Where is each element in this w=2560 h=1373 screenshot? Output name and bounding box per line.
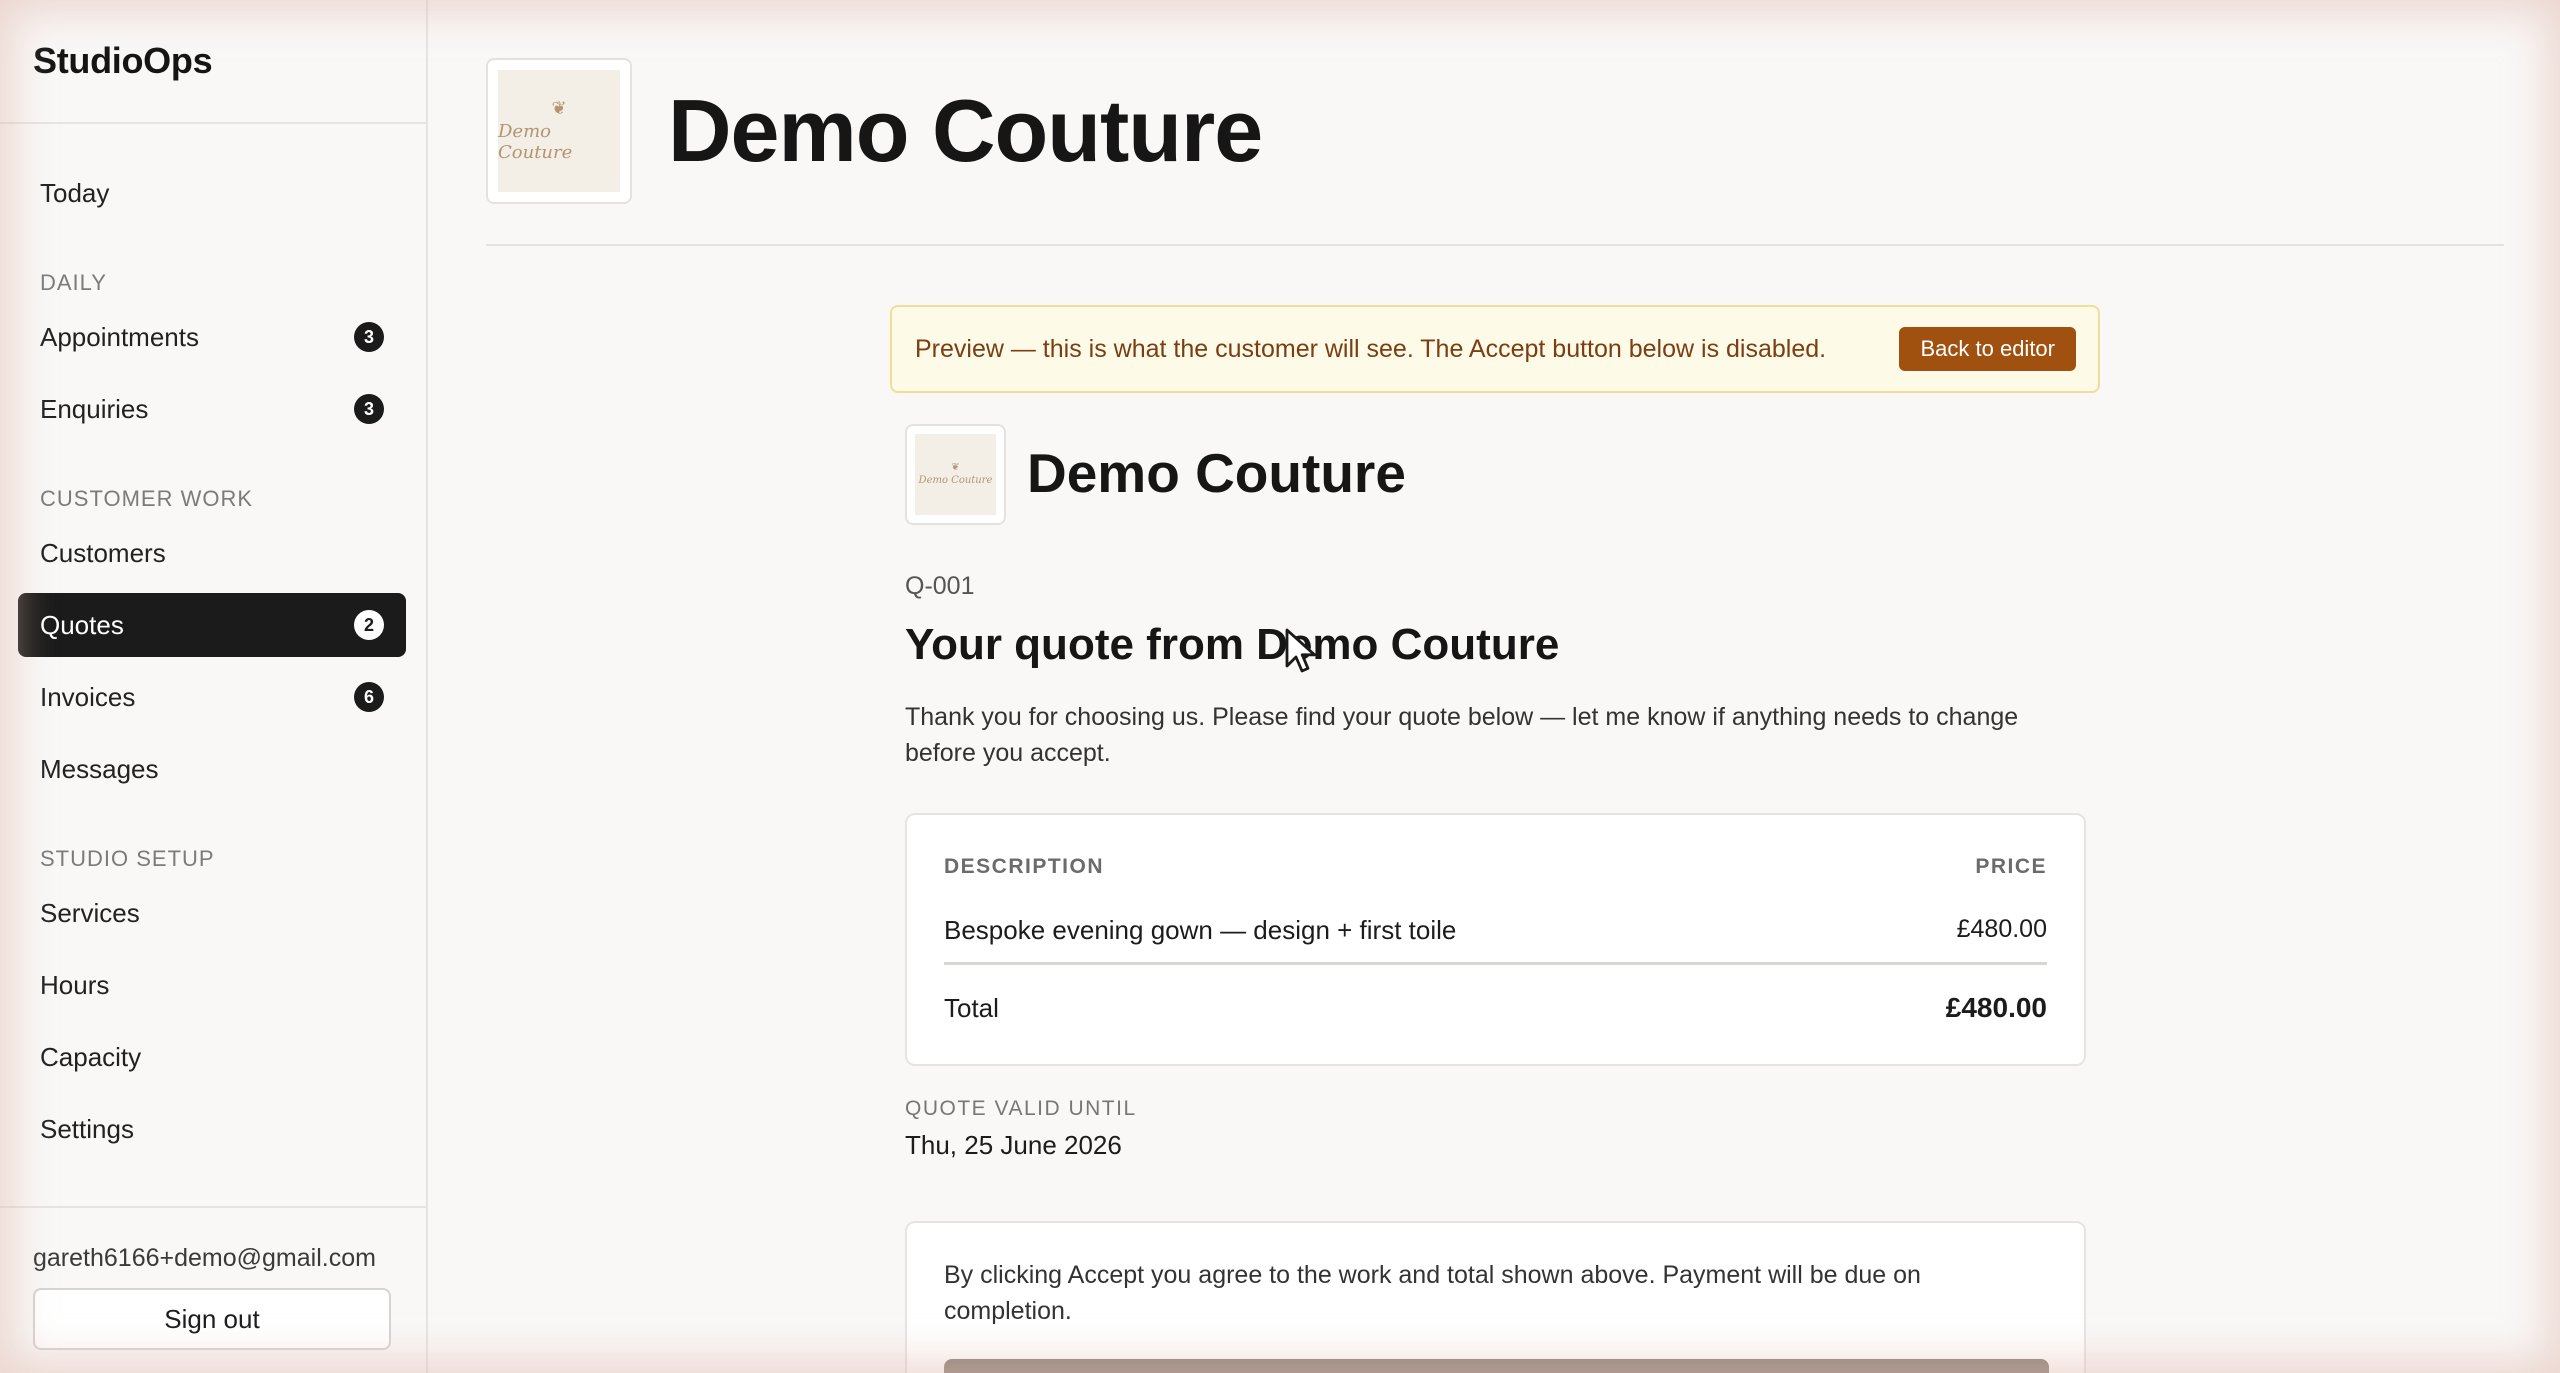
- app-brand: StudioOps: [0, 0, 426, 124]
- count-badge: 3: [354, 322, 384, 352]
- valid-until-date: Thu, 25 June 2026: [905, 1130, 1122, 1160]
- business-logo: ❦ Demo Couture: [486, 58, 632, 204]
- count-badge: 3: [354, 394, 384, 424]
- flourish-icon: ❦: [551, 98, 567, 118]
- total-label: Total: [944, 993, 999, 1023]
- sidebar-item-label: Settings: [40, 1113, 134, 1144]
- section-label-customer-work: CUSTOMER WORK: [40, 486, 254, 511]
- quote-items-table: DESCRIPTION PRICE Bespoke evening gown —…: [905, 813, 2086, 1066]
- sign-out-button[interactable]: Sign out: [33, 1288, 391, 1350]
- count-badge: 2: [354, 610, 384, 640]
- logo-wordmark: Demo Couture: [498, 121, 573, 163]
- quote-logo: ❦ Demo Couture: [905, 424, 1006, 525]
- sidebar-item-hours[interactable]: Hours: [18, 953, 406, 1017]
- sidebar: StudioOps Today DAILY Appointments 3 Enq…: [0, 0, 428, 1373]
- sidebar-item-services[interactable]: Services: [18, 881, 406, 945]
- preview-message: Preview — this is what the customer will…: [915, 334, 1827, 363]
- sidebar-item-label: Hours: [40, 969, 110, 1000]
- sidebar-item-label: Messages: [40, 753, 159, 784]
- sidebar-item-today[interactable]: Today: [18, 161, 406, 225]
- sidebar-item-quotes[interactable]: Quotes 2: [18, 593, 406, 657]
- column-header-description: DESCRIPTION: [944, 855, 1105, 878]
- logo-wordmark: Demo Couture: [918, 475, 993, 486]
- sidebar-item-label: Customers: [40, 537, 166, 568]
- sidebar-item-messages[interactable]: Messages: [18, 737, 406, 801]
- section-label-daily: DAILY: [40, 270, 107, 295]
- sidebar-item-capacity[interactable]: Capacity: [18, 1025, 406, 1089]
- sidebar-item-label: Invoices: [40, 681, 136, 712]
- accept-terms: By clicking Accept you agree to the work…: [944, 1261, 1921, 1325]
- sidebar-item-label: Capacity: [40, 1041, 142, 1072]
- quote-number: Q-001: [905, 572, 975, 600]
- sidebar-item-label: Services: [40, 897, 140, 928]
- accept-card: By clicking Accept you agree to the work…: [905, 1221, 2086, 1373]
- quote-heading: Your quote from Demo Couture: [905, 620, 1560, 669]
- quote-business-name: Demo Couture: [1027, 442, 1406, 504]
- sidebar-item-label: Today: [40, 177, 110, 208]
- sidebar-footer: gareth6166+demo@gmail.com Sign out: [0, 1206, 428, 1373]
- page-title: Demo Couture: [668, 81, 1263, 180]
- line-item-description: Bespoke evening gown — design + first to…: [944, 915, 1457, 945]
- back-to-editor-button[interactable]: Back to editor: [1899, 327, 2076, 371]
- valid-until-label: QUOTE VALID UNTIL: [905, 1097, 1137, 1120]
- sidebar-item-label: Quotes: [40, 609, 124, 640]
- section-label-studio-setup: STUDIO SETUP: [40, 846, 215, 871]
- sidebar-item-customers[interactable]: Customers: [18, 521, 406, 585]
- accept-button: [944, 1359, 2049, 1373]
- line-item-price: £480.00: [1956, 915, 2047, 943]
- mouse-cursor-icon: [1285, 628, 1316, 673]
- quote-intro: Thank you for choosing us. Please find y…: [905, 703, 2019, 767]
- flourish-icon: ❦: [951, 462, 960, 473]
- user-email: gareth6166+demo@gmail.com: [33, 1244, 376, 1272]
- sidebar-item-label: Appointments: [40, 321, 199, 352]
- preview-banner: Preview — this is what the customer will…: [890, 305, 2100, 393]
- column-header-price: PRICE: [1975, 855, 2047, 878]
- sidebar-item-settings[interactable]: Settings: [18, 1097, 406, 1161]
- sidebar-item-label: Enquiries: [40, 393, 149, 424]
- sidebar-item-enquiries[interactable]: Enquiries 3: [18, 377, 406, 441]
- total-divider: [944, 962, 2047, 965]
- total-value: £480.00: [1945, 992, 2047, 1023]
- sidebar-item-appointments[interactable]: Appointments 3: [18, 305, 406, 369]
- header-divider: [486, 244, 2504, 246]
- sidebar-item-invoices[interactable]: Invoices 6: [18, 665, 406, 729]
- count-badge: 6: [354, 682, 384, 712]
